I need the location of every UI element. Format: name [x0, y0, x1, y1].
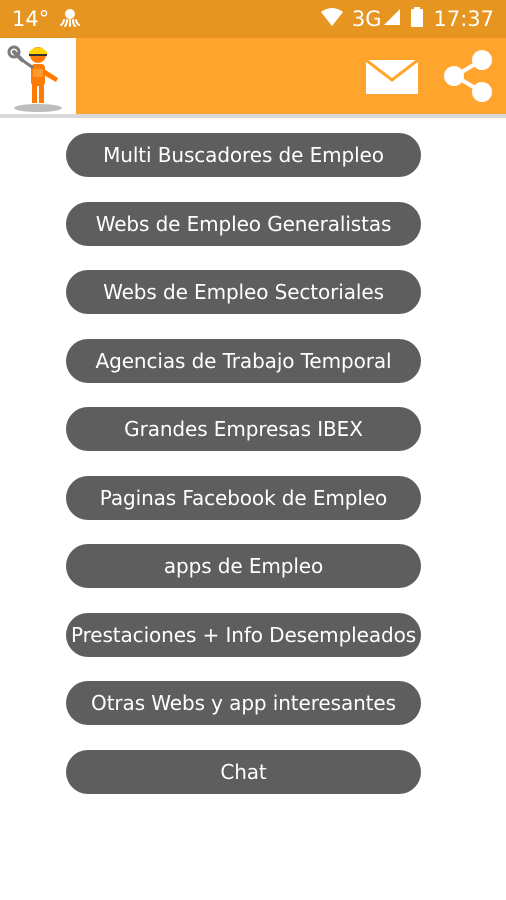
menu-button-label: Grandes Empresas IBEX — [124, 417, 363, 441]
mail-button[interactable] — [362, 38, 422, 114]
share-icon — [444, 50, 492, 102]
menu-button-label: Agencias de Trabajo Temporal — [95, 348, 392, 373]
mail-icon — [365, 58, 419, 94]
app-screen: 14° 3G 17:37 Multi Buscadores de Empleo … — [0, 0, 506, 900]
menu-button-webs-sectoriales[interactable]: Webs de Empleo Sectoriales — [66, 270, 421, 314]
menu-button-apps-empleo[interactable]: apps de Empleo — [66, 544, 421, 588]
appbar-divider — [0, 114, 506, 118]
menu-button-label: Otras Webs y app interesantes — [91, 691, 396, 715]
menu-button-grandes-empresas[interactable]: Grandes Empresas IBEX — [66, 407, 421, 451]
wifi-icon — [320, 7, 344, 31]
menu-button-label: Chat — [220, 759, 267, 784]
menu-button-prestaciones[interactable]: Prestaciones + Info Desempleados — [66, 612, 421, 657]
menu-button-facebook-empleo[interactable]: Paginas Facebook de Empleo — [66, 475, 421, 520]
menu-button-multi-buscadores[interactable]: Multi Buscadores de Empleo — [66, 133, 421, 177]
menu-button-webs-generalistas[interactable]: Webs de Empleo Generalistas — [66, 201, 421, 246]
worker-logo-icon — [7, 45, 62, 112]
menu-button-label: apps de Empleo — [163, 554, 324, 578]
signal-icon — [383, 8, 401, 30]
menu-button-label: Multi Buscadores de Empleo — [103, 143, 384, 167]
status-bar: 14° 3G 17:37 — [0, 0, 506, 38]
clock-text: 17:37 — [433, 7, 494, 31]
menu-button-agencias-trabajo[interactable]: Agencias de Trabajo Temporal — [66, 338, 421, 383]
menu-button-label: Webs de Empleo Generalistas — [95, 211, 392, 236]
battery-icon — [411, 7, 424, 31]
temperature-text: 14° — [12, 7, 50, 31]
menu-button-label: Paginas Facebook de Empleo — [99, 485, 388, 510]
status-bar-right: 3G 17:37 — [310, 0, 494, 38]
main-menu: Multi Buscadores de Empleo Webs de Emple… — [66, 133, 421, 818]
octopus-notification-icon — [59, 6, 81, 32]
menu-button-label: Webs de Empleo Sectoriales — [103, 280, 384, 304]
app-logo[interactable] — [0, 38, 76, 114]
status-bar-left: 14° — [12, 0, 81, 38]
menu-button-chat[interactable]: Chat — [66, 749, 421, 794]
menu-button-label: Prestaciones + Info Desempleados — [70, 622, 417, 647]
menu-button-otras-webs[interactable]: Otras Webs y app interesantes — [66, 681, 421, 725]
network-type-text: 3G — [351, 7, 382, 31]
share-button[interactable] — [436, 38, 500, 114]
